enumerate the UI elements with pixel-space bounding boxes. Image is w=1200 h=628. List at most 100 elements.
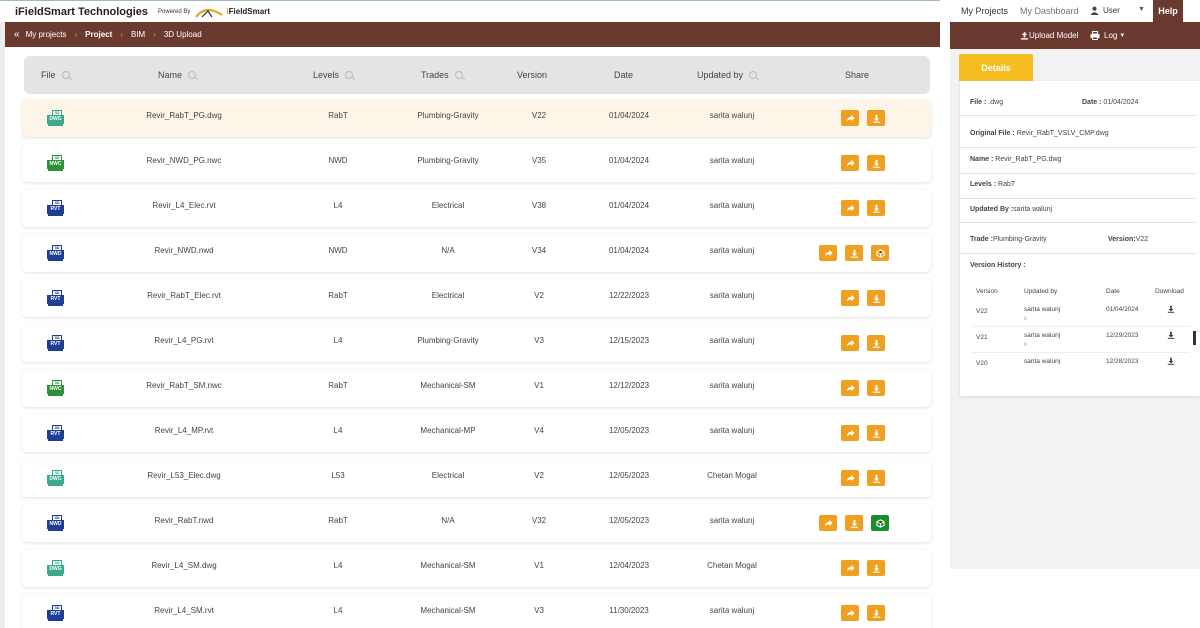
view-3d-model-button[interactable]: [871, 515, 889, 531]
share-button[interactable]: [841, 380, 859, 396]
file-type-icon: 3D NWC: [47, 155, 64, 171]
breadcrumb-my-projects[interactable]: My projects: [26, 30, 67, 39]
column-header-levels[interactable]: Levels: [313, 70, 354, 80]
file-name[interactable]: Revir_NWD.nwd: [154, 246, 213, 255]
share-button[interactable]: [841, 425, 859, 441]
row-actions: [841, 470, 885, 486]
file-date: 12/05/2023: [608, 426, 650, 435]
download-button[interactable]: [867, 560, 885, 576]
table-row[interactable]: 3D NWC Revir_RabT_SM.nwc RabT Mechanical-SM V…: [22, 369, 931, 407]
history-version: V21: [976, 334, 988, 341]
file-version: V1: [534, 561, 544, 570]
view-3d-model-button[interactable]: [871, 245, 889, 261]
download-button[interactable]: [845, 245, 863, 261]
column-header-updated-by[interactable]: Updated by: [697, 70, 758, 80]
share-button[interactable]: [841, 605, 859, 621]
table-row[interactable]: 3D RVT Revir_L4_Elec.rvt L4 Electrical V38 01/…: [22, 189, 931, 227]
file-name[interactable]: Revir_L4_SM.dwg: [151, 561, 216, 570]
back-double-arrow-icon[interactable]: «: [14, 29, 20, 40]
share-button[interactable]: [841, 560, 859, 576]
search-icon[interactable]: [749, 71, 758, 79]
breadcrumb-bim[interactable]: BIM: [131, 30, 145, 39]
log-menu-button[interactable]: Log ▼: [1090, 31, 1125, 40]
share-button[interactable]: [819, 515, 837, 531]
download-button[interactable]: [867, 110, 885, 126]
table-row[interactable]: 3D RVT Revir_L4_PG.rvt L4 Plumbing-Gravity V3…: [22, 324, 931, 362]
file-name[interactable]: Revir_RabT_PG.dwg: [146, 111, 222, 120]
download-icon[interactable]: [1167, 357, 1175, 367]
download-icon[interactable]: [1167, 305, 1175, 315]
file-trade: Electrical: [431, 291, 465, 300]
share-button[interactable]: [841, 110, 859, 126]
share-button[interactable]: [841, 200, 859, 216]
row-actions: [841, 605, 885, 621]
file-name[interactable]: Revir_RabT_SM.nwc: [146, 381, 222, 390]
nav-my-dashboard[interactable]: My Dashboard: [1020, 6, 1079, 16]
file-version: V2: [534, 291, 544, 300]
search-icon[interactable]: [345, 71, 354, 79]
download-button[interactable]: [867, 380, 885, 396]
share-button[interactable]: [841, 335, 859, 351]
download-button[interactable]: [867, 200, 885, 216]
download-button[interactable]: [867, 155, 885, 171]
file-name[interactable]: Revir_L4_MP.rvt: [155, 426, 214, 435]
user-menu[interactable]: User: [1090, 6, 1120, 15]
table-row[interactable]: 3D RVT Revir_L4_SM.rvt L4 Mechanical-SM V3 11/…: [22, 594, 931, 628]
share-button[interactable]: [819, 245, 837, 261]
table-row[interactable]: 3D NWD Revir_RabT.nwd RabT N/A V32 12/05/2023 s…: [22, 504, 931, 542]
file-name[interactable]: Revir_L4_PG.rvt: [154, 336, 213, 345]
download-button[interactable]: [867, 470, 885, 486]
search-icon[interactable]: [188, 71, 197, 79]
column-header-name[interactable]: Name: [158, 70, 197, 80]
history-date: 01/04/2024: [1106, 306, 1139, 313]
file-updated-by: sarita walunj: [709, 291, 755, 300]
scrollbar[interactable]: [1193, 331, 1196, 345]
table-row[interactable]: 3D RVT Revir_L4_MP.rvt L4 Mechanical-MP V4 12/…: [22, 414, 931, 452]
breadcrumb-project[interactable]: Project: [85, 30, 112, 39]
table-row[interactable]: 3D DWG Revir_L4_SM.dwg L4 Mechanical-SM V1 12/…: [22, 549, 931, 587]
column-header-trades[interactable]: Trades: [421, 70, 463, 80]
right-panel: My Projects My Dashboard User ▼ Help Upl…: [948, 0, 1200, 628]
download-button[interactable]: [867, 335, 885, 351]
upload-model-button[interactable]: Upload Model: [1020, 31, 1078, 40]
file-name[interactable]: Revir_NWD_PG.nwc: [147, 156, 222, 165]
download-icon[interactable]: [1167, 331, 1175, 341]
detail-updated-by: Updated By :sarita walunj: [970, 206, 1053, 213]
file-updated-by: sarita walunj: [709, 426, 755, 435]
share-button[interactable]: [841, 470, 859, 486]
file-trade: N/A: [441, 246, 455, 255]
table-row[interactable]: 3D DWG Revir_L53_Elec.dwg L53 Electrical V2 12…: [22, 459, 931, 497]
file-name[interactable]: Revir_L4_SM.rvt: [154, 606, 214, 615]
ifieldsmart-logo: iFieldSmart: [194, 6, 270, 18]
table-row[interactable]: 3D DWG Revir_RabT_PG.dwg RabT Plumbing-Gravi…: [22, 99, 931, 137]
search-icon[interactable]: [61, 71, 70, 79]
divider: [960, 253, 1196, 254]
file-name[interactable]: Revir_RabT_Elec.rvt: [147, 291, 221, 300]
file-name[interactable]: Revir_RabT.nwd: [155, 516, 214, 525]
nav-my-projects[interactable]: My Projects: [961, 6, 1008, 16]
breadcrumb-3d-upload[interactable]: 3D Upload: [164, 30, 202, 39]
table-row[interactable]: 3D NWD Revir_NWD.nwd NWD N/A V34 01/04/2024 sar…: [22, 234, 931, 272]
caret-down-icon[interactable]: ▼: [1138, 6, 1145, 13]
file-version: V3: [534, 606, 544, 615]
file-name[interactable]: Revir_L4_Elec.rvt: [152, 201, 215, 210]
table-row[interactable]: 3D RVT Revir_RabT_Elec.rvt RabT Electrical V2…: [22, 279, 931, 317]
share-button[interactable]: [841, 290, 859, 306]
file-trade: Electrical: [431, 471, 465, 480]
column-header-file[interactable]: File: [41, 70, 70, 80]
row-actions: [841, 155, 885, 171]
detail-version: Version:V22: [1108, 236, 1149, 243]
download-button[interactable]: [867, 290, 885, 306]
table-row[interactable]: 3D NWC Revir_NWD_PG.nwc NWD Plumbing-Gravity…: [22, 144, 931, 182]
file-name[interactable]: Revir_L53_Elec.dwg: [147, 471, 220, 480]
download-button[interactable]: [867, 425, 885, 441]
help-button[interactable]: Help: [1153, 0, 1183, 22]
user-icon: [1090, 6, 1099, 15]
file-updated-by: Chetan Mogal: [707, 471, 757, 480]
search-icon[interactable]: [454, 71, 463, 79]
share-button[interactable]: [841, 155, 859, 171]
download-button[interactable]: [845, 515, 863, 531]
file-date: 12/04/2023: [608, 561, 650, 570]
download-button[interactable]: [867, 605, 885, 621]
tab-details[interactable]: Details: [959, 54, 1033, 81]
